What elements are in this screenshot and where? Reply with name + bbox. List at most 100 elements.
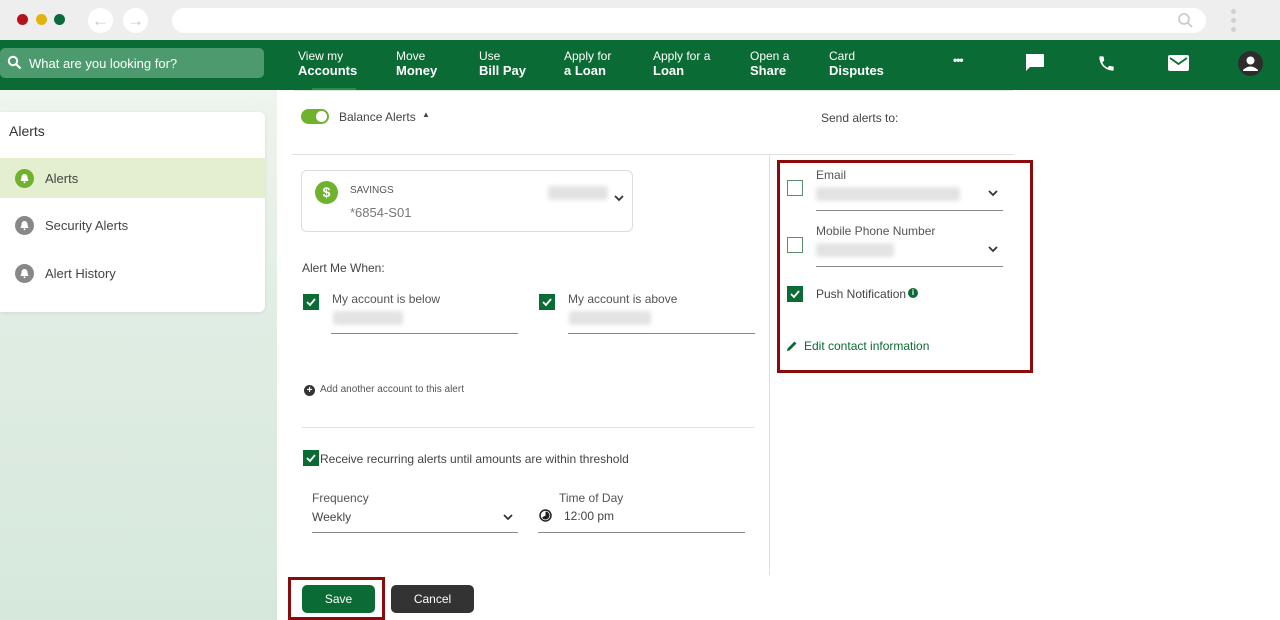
window-minimize-dot[interactable] bbox=[36, 14, 47, 25]
account-number: *6854-S01 bbox=[350, 205, 412, 220]
more-icon[interactable]: ••• bbox=[953, 53, 964, 67]
recurring-checkbox[interactable] bbox=[303, 450, 319, 466]
mobile-label: Mobile Phone Number bbox=[816, 224, 936, 238]
sidebar-title: Alerts bbox=[9, 123, 45, 139]
forward-button[interactable]: → bbox=[123, 8, 148, 33]
chevron-down-icon[interactable] bbox=[987, 189, 999, 197]
clock-icon bbox=[539, 509, 552, 522]
nav-label-top: Move bbox=[396, 49, 426, 63]
nav-label-bottom: Money bbox=[396, 63, 438, 78]
time-of-day-input[interactable]: 12:00 pm bbox=[564, 509, 614, 523]
mobile-value-redacted[interactable] bbox=[816, 243, 894, 257]
recurring-label: Receive recurring alerts until amounts a… bbox=[320, 452, 629, 466]
nav-label-top: Card bbox=[829, 49, 856, 63]
mail-icon[interactable] bbox=[1168, 55, 1189, 71]
back-button[interactable]: ← bbox=[88, 8, 113, 33]
push-checkbox[interactable] bbox=[787, 286, 803, 302]
sidebar-item-security-alerts[interactable]: Security Alerts bbox=[0, 205, 265, 245]
email-underline bbox=[816, 210, 1003, 211]
arrow-left-icon: ← bbox=[92, 11, 109, 30]
add-account-label: Add another account to this alert bbox=[320, 384, 464, 395]
chevron-down-icon[interactable] bbox=[987, 245, 999, 253]
sidebar: Alerts Alerts Security Alerts Alert Hist… bbox=[0, 112, 265, 312]
alert-me-when-label: Alert Me When: bbox=[302, 261, 385, 275]
dollar-icon: $ bbox=[315, 181, 338, 204]
mobile-checkbox[interactable] bbox=[787, 237, 803, 253]
account-selector[interactable]: $ SAVINGS *6854-S01 bbox=[301, 170, 633, 232]
frequency-select[interactable]: Weekly bbox=[312, 510, 351, 524]
nav-label-top: View my bbox=[298, 49, 344, 63]
pencil-icon bbox=[787, 341, 797, 351]
below-amount-redacted[interactable] bbox=[333, 311, 403, 325]
nav-bill-pay[interactable]: Use Bill Pay bbox=[479, 49, 526, 79]
sidebar-item-label: Alert History bbox=[45, 266, 116, 281]
search-input[interactable]: What are you looking for? bbox=[0, 48, 264, 78]
sidebar-item-alerts[interactable]: Alerts bbox=[0, 158, 265, 198]
url-bar[interactable] bbox=[172, 8, 1206, 33]
above-label: My account is above bbox=[568, 292, 678, 306]
search-icon[interactable] bbox=[1177, 12, 1194, 29]
edit-contact-link[interactable]: Edit contact information bbox=[804, 339, 929, 353]
nav-label-bottom: Accounts bbox=[298, 63, 358, 78]
frequency-label: Frequency bbox=[312, 491, 369, 505]
cancel-button[interactable]: Cancel bbox=[391, 585, 474, 613]
below-label: My account is below bbox=[332, 292, 441, 306]
nav-label-bottom: a Loan bbox=[564, 63, 606, 78]
check-icon bbox=[306, 454, 316, 463]
caret-up-icon[interactable]: ▲ bbox=[422, 110, 430, 119]
nav-card-disputes[interactable]: Card Disputes bbox=[829, 49, 884, 79]
nav-view-accounts[interactable]: View my Accounts bbox=[298, 49, 357, 79]
bell-icon bbox=[15, 264, 34, 283]
divider bbox=[293, 90, 1013, 91]
window-maximize-dot[interactable] bbox=[54, 14, 65, 25]
check-icon bbox=[306, 298, 316, 307]
sidebar-item-label: Alerts bbox=[45, 171, 79, 186]
nav-move-money[interactable]: Move Money bbox=[396, 49, 437, 79]
balance-alerts-toggle[interactable] bbox=[301, 109, 329, 124]
mobile-underline bbox=[816, 266, 1003, 267]
send-alerts-title: Send alerts to: bbox=[821, 111, 899, 125]
sidebar-item-alert-history[interactable]: Alert History bbox=[0, 253, 265, 293]
email-label: Email bbox=[816, 168, 847, 182]
sidebar-item-label: Security Alerts bbox=[45, 218, 129, 233]
email-value-redacted[interactable] bbox=[816, 187, 960, 201]
top-navigation: What are you looking for? View my Account… bbox=[0, 40, 1280, 90]
phone-icon[interactable] bbox=[1097, 54, 1116, 73]
nav-label-bottom: Bill Pay bbox=[479, 63, 526, 78]
above-checkbox[interactable] bbox=[539, 294, 555, 310]
above-input-underline bbox=[568, 333, 755, 334]
info-icon[interactable]: i bbox=[908, 288, 918, 298]
chevron-down-icon[interactable] bbox=[613, 194, 625, 202]
chat-icon[interactable] bbox=[1024, 53, 1045, 73]
time-of-day-label: Time of Day bbox=[559, 491, 624, 505]
below-checkbox[interactable] bbox=[303, 294, 319, 310]
below-input-underline bbox=[331, 333, 518, 334]
nav-open-share[interactable]: Open a Share bbox=[750, 49, 789, 79]
add-account-link[interactable]: + Add another account to this alert bbox=[304, 384, 464, 396]
browser-menu-icon[interactable] bbox=[1229, 9, 1237, 35]
divider bbox=[292, 154, 1014, 155]
above-amount-redacted[interactable] bbox=[569, 311, 651, 325]
check-icon bbox=[542, 298, 552, 307]
nav-apply-loan-2[interactable]: Apply for a Loan bbox=[653, 49, 710, 79]
nav-label-top: Use bbox=[479, 49, 501, 63]
nav-label-top: Apply for bbox=[564, 49, 612, 63]
column-divider bbox=[769, 155, 770, 575]
account-balance-redacted bbox=[548, 186, 608, 200]
frequency-underline bbox=[312, 532, 518, 533]
bell-icon bbox=[15, 216, 34, 235]
browser-chrome: ← → bbox=[0, 0, 1280, 40]
divider bbox=[302, 427, 755, 428]
nav-apply-loan-1[interactable]: Apply for a Loan bbox=[564, 49, 611, 79]
chevron-down-icon[interactable] bbox=[502, 513, 514, 521]
save-button[interactable]: Save bbox=[302, 585, 375, 613]
check-icon bbox=[790, 290, 800, 299]
profile-icon[interactable] bbox=[1238, 51, 1263, 76]
nav-label-top: Open a bbox=[750, 49, 790, 63]
time-underline bbox=[538, 532, 745, 533]
balance-alerts-label: Balance Alerts bbox=[339, 110, 416, 124]
window-close-dot[interactable] bbox=[17, 14, 28, 25]
plus-circle-icon: + bbox=[304, 385, 315, 396]
push-label: Push Notification bbox=[816, 287, 907, 301]
email-checkbox[interactable] bbox=[787, 180, 803, 196]
